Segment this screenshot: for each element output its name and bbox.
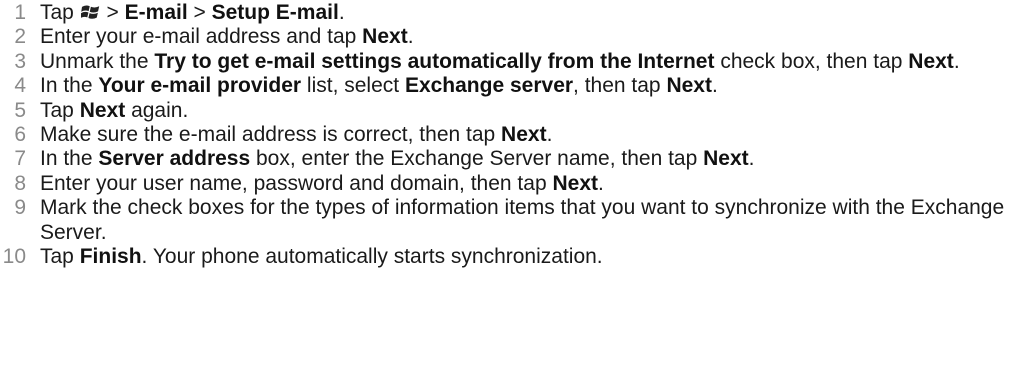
step-text-segment: , then tap	[573, 74, 667, 98]
step-number: 5	[14, 98, 26, 122]
step-item: 7 In the Server address box, enter the Ex…	[0, 147, 1013, 171]
step-item: 3 Unmark the Try to get e-mail settings a…	[0, 50, 1013, 74]
step-number: 4	[14, 74, 26, 98]
ui-term: Next	[908, 49, 954, 73]
instruction-steps-list: 1 Tap > E-mail > Setup E-mail. 2 Enter your…	[0, 1, 1013, 269]
ui-term: Next	[79, 98, 126, 122]
step-text: Enter your e-mail address and tap Next.	[40, 25, 414, 48]
ui-term: Finish	[79, 245, 142, 269]
step-text-segment: .	[598, 171, 604, 195]
windows-start-icon	[80, 3, 100, 20]
step-number: 7	[14, 147, 26, 171]
step-text-segment: box, enter the Exchange Server name, the…	[250, 147, 704, 171]
step-text-segment: . Your phone automatically starts synchr…	[141, 245, 603, 269]
step-item: 2 Enter your e-mail address and tap Next.	[0, 25, 1013, 49]
ui-term: Next	[552, 171, 598, 195]
step-text-segment: .	[546, 123, 553, 147]
step-text-segment: .	[748, 147, 755, 171]
step-item: 8 Enter your user name, password and doma…	[0, 172, 1013, 196]
ui-term: Setup E-mail	[211, 1, 339, 24]
step-number: 8	[14, 171, 26, 195]
step-item: 1 Tap > E-mail > Setup E-mail.	[0, 1, 1013, 25]
ui-term: Next	[703, 147, 749, 171]
step-text: Tap Finish. Your phone automatically sta…	[40, 245, 603, 268]
ui-term: Exchange server	[404, 74, 574, 98]
step-text: Make sure the e-mail address is correct,…	[40, 123, 552, 146]
step-text-segment: .	[953, 49, 960, 73]
step-text-segment: Tap	[40, 245, 80, 269]
step-number: 1	[14, 1, 26, 24]
step-number: 2	[14, 25, 26, 49]
step-text: Enter your user name, password and domai…	[40, 172, 604, 195]
step-text-segment: Tap	[40, 98, 80, 122]
step-item: 4 In the Your e-mail provider list, selec…	[0, 74, 1013, 98]
ui-term: Next	[501, 123, 547, 147]
step-text: Tap > E-mail > Setup E-mail.	[40, 1, 345, 24]
ui-term: E-mail	[124, 1, 188, 24]
step-text-segment: Enter your user name, password and domai…	[40, 171, 553, 195]
step-text-segment: Make sure the e-mail address is correct,…	[40, 123, 502, 147]
step-text-segment: .	[338, 1, 345, 24]
step-text-segment: In the	[40, 74, 99, 98]
step-text: Unmark the Try to get e-mail settings au…	[40, 50, 960, 73]
step-text-segment: >	[100, 1, 125, 24]
step-text-segment: again.	[125, 98, 189, 122]
step-text-segment: In the	[40, 147, 99, 171]
step-number: 3	[14, 49, 26, 73]
step-item: 5 Tap Next again.	[0, 99, 1013, 123]
step-number: 9	[14, 196, 26, 220]
step-text-segment: Tap	[40, 1, 80, 24]
ui-term: Next	[362, 25, 408, 49]
ui-term: Next	[666, 74, 712, 98]
step-text: In the Server address box, enter the Exc…	[40, 147, 755, 170]
step-text-segment: .	[407, 25, 414, 49]
ui-term: Server address	[98, 147, 251, 171]
step-text-segment: .	[711, 74, 718, 98]
step-text-segment: Enter your e-mail address and tap	[40, 25, 363, 49]
ui-term: Your e-mail provider	[98, 74, 302, 98]
step-item: 6 Make sure the e-mail address is correct…	[0, 123, 1013, 147]
step-number: 10	[2, 245, 26, 269]
step-number: 6	[14, 123, 26, 147]
ui-term: Try to get e-mail settings automatically…	[154, 49, 715, 73]
step-text-segment: >	[187, 1, 212, 24]
step-text: In the Your e-mail provider list, select…	[40, 74, 718, 97]
step-text-segment: list, select	[301, 74, 405, 98]
step-text-segment: check box, then tap	[714, 49, 909, 73]
step-text: Mark the check boxes for the types of in…	[40, 196, 1004, 243]
step-text: Tap Next again.	[40, 99, 188, 122]
step-item: 9 Mark the check boxes for the types of i…	[0, 196, 1013, 245]
step-text-segment: Unmark the	[40, 49, 155, 73]
step-text-segment: Mark the check boxes for the types of in…	[40, 196, 1005, 244]
step-item: 10 Tap Finish. Your phone automatically s…	[0, 245, 1013, 269]
